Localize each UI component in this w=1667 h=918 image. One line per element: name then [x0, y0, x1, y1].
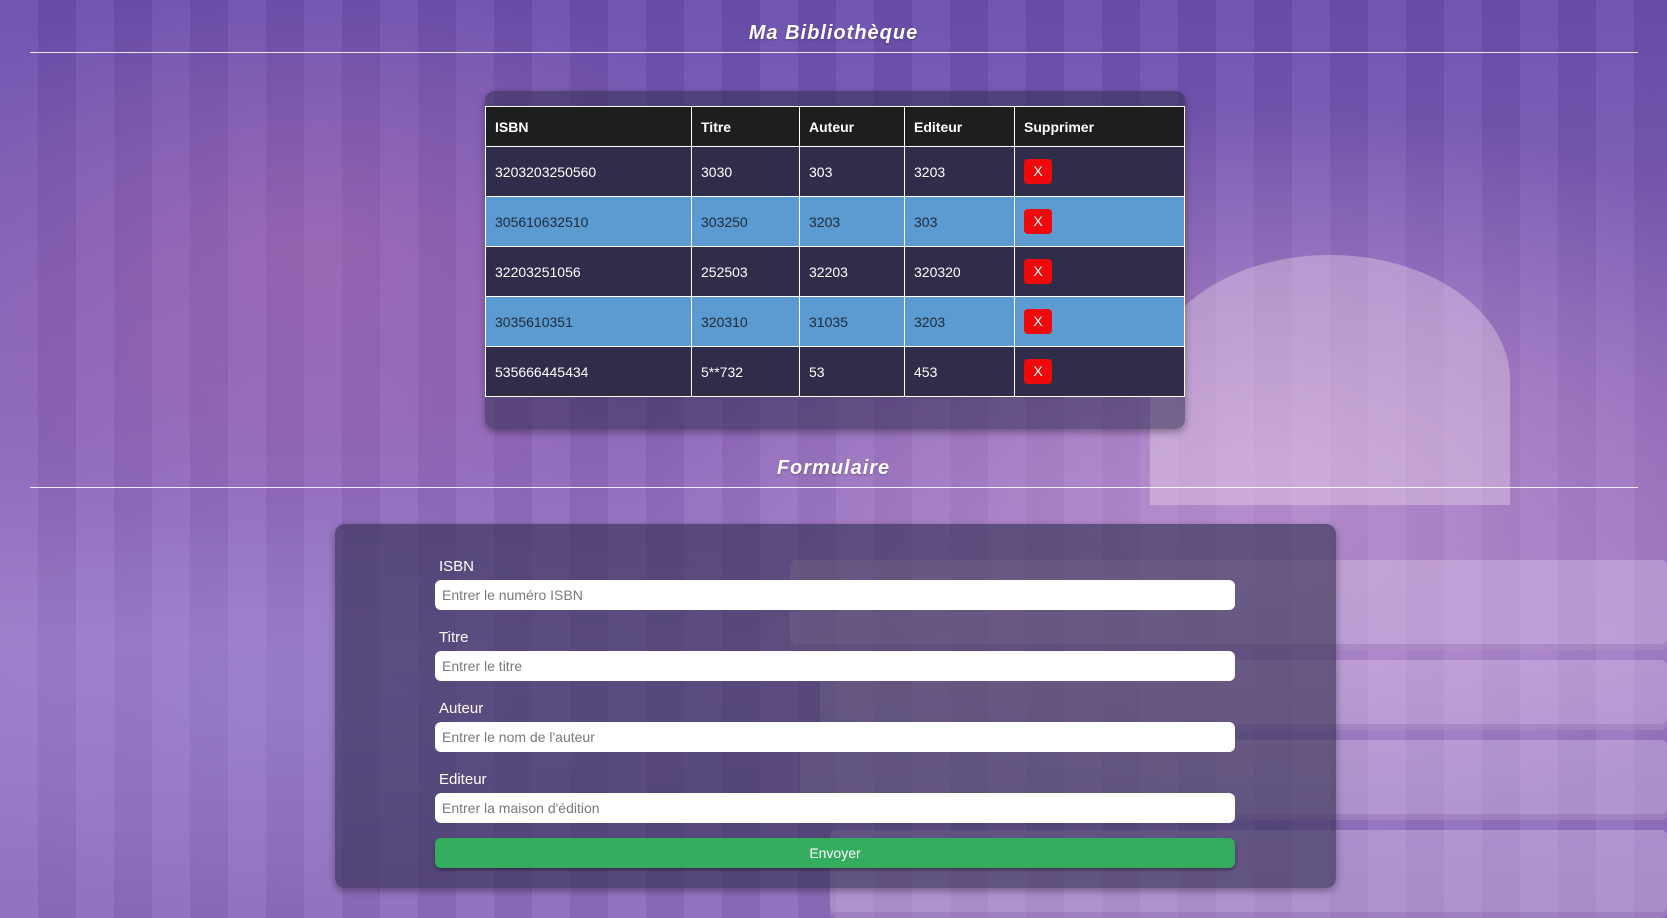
- cell-auteur: 32203: [799, 246, 905, 297]
- cell-auteur: 303: [799, 146, 905, 197]
- cell-titre: 320310: [691, 296, 800, 347]
- cell-titre: 5**732: [691, 346, 800, 397]
- books-table: ISBN Titre Auteur Editeur Supprimer 3203…: [485, 106, 1185, 397]
- table-row: 32203251056 252503 32203 320320 X: [485, 246, 1185, 297]
- table-row: 3035610351 320310 31035 3203 X: [485, 296, 1185, 347]
- column-header-titre: Titre: [691, 106, 800, 147]
- cell-supprimer: X: [1014, 196, 1185, 247]
- cell-titre: 252503: [691, 246, 800, 297]
- cell-editeur: 303: [904, 196, 1015, 247]
- cell-supprimer: X: [1014, 146, 1185, 197]
- form-divider: [30, 487, 1638, 488]
- delete-button[interactable]: X: [1024, 309, 1052, 334]
- cell-editeur: 320320: [904, 246, 1015, 297]
- submit-button[interactable]: Envoyer: [435, 838, 1235, 868]
- delete-button[interactable]: X: [1024, 159, 1052, 184]
- cell-titre: 3030: [691, 146, 800, 197]
- cell-supprimer: X: [1014, 296, 1185, 347]
- title-divider: [30, 52, 1638, 53]
- isbn-label: ISBN: [439, 558, 475, 575]
- delete-button[interactable]: X: [1024, 259, 1052, 284]
- delete-button[interactable]: X: [1024, 359, 1052, 384]
- page-title: Ma Bibliothèque: [748, 22, 919, 44]
- book-form: ISBN Titre Auteur Editeur Envoyer: [335, 524, 1336, 888]
- table-row: 305610632510 303250 3203 303 X: [485, 196, 1185, 247]
- cell-editeur: 3203: [904, 146, 1015, 197]
- titre-label: Titre: [439, 629, 469, 646]
- cell-isbn: 3035610351: [485, 296, 692, 347]
- auteur-label: Auteur: [439, 700, 484, 717]
- table-row: 3203203250560 3030 303 3203 X: [485, 146, 1185, 197]
- cell-editeur: 3203: [904, 296, 1015, 347]
- cell-isbn: 305610632510: [485, 196, 692, 247]
- cell-auteur: 3203: [799, 196, 905, 247]
- form-title: Formulaire: [776, 457, 891, 479]
- editeur-input[interactable]: [435, 793, 1235, 823]
- auteur-input[interactable]: [435, 722, 1235, 752]
- column-header-isbn: ISBN: [485, 106, 692, 147]
- editeur-label: Editeur: [439, 771, 487, 788]
- cell-titre: 303250: [691, 196, 800, 247]
- isbn-input[interactable]: [435, 580, 1235, 610]
- cell-auteur: 31035: [799, 296, 905, 347]
- cell-editeur: 453: [904, 346, 1015, 397]
- table-row: 535666445434 5**732 53 453 X: [485, 346, 1185, 397]
- column-header-editeur: Editeur: [904, 106, 1015, 147]
- cell-isbn: 535666445434: [485, 346, 692, 397]
- delete-button[interactable]: X: [1024, 209, 1052, 234]
- cell-supprimer: X: [1014, 246, 1185, 297]
- cell-auteur: 53: [799, 346, 905, 397]
- cell-supprimer: X: [1014, 346, 1185, 397]
- column-header-supprimer: Supprimer: [1014, 106, 1185, 147]
- column-header-auteur: Auteur: [799, 106, 905, 147]
- cell-isbn: 32203251056: [485, 246, 692, 297]
- table-header-row: ISBN Titre Auteur Editeur Supprimer: [485, 106, 1185, 147]
- books-table-panel: ISBN Titre Auteur Editeur Supprimer 3203…: [485, 91, 1185, 429]
- titre-input[interactable]: [435, 651, 1235, 681]
- cell-isbn: 3203203250560: [485, 146, 692, 197]
